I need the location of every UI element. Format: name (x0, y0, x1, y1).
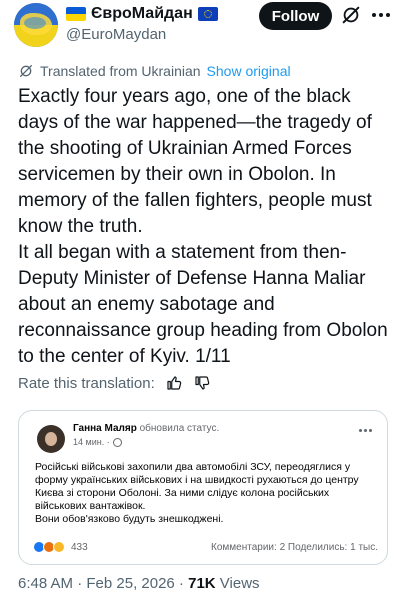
sad-reaction-icon (53, 541, 65, 553)
rate-label: Rate this translation: (18, 374, 155, 392)
post-time-label: 14 мин. · (73, 437, 110, 447)
post-action: обновила статус. (139, 423, 220, 434)
reactions-count: 433 (71, 541, 88, 553)
tweet-meta: 6:48 AM · Feb 25, 2026 · 71K Views (18, 575, 260, 592)
rate-translation: Rate this translation: (18, 372, 211, 394)
translation-note: Translated from Ukrainian Show original (18, 62, 291, 80)
author-name-row[interactable]: ЄвроМайдан (66, 4, 218, 24)
translate-icon (20, 65, 32, 77)
post-text-1: Російські військові захопили два автомоб… (35, 461, 359, 512)
author-handle[interactable]: @EuroMaydan (66, 26, 166, 43)
tweet-paragraph-2: It all began with a statement from then-… (18, 242, 388, 367)
globe-icon (112, 437, 122, 447)
translation-label: Translated from Ukrainian (40, 63, 201, 79)
thumbs-up-icon[interactable] (165, 374, 183, 392)
tweet-header: ЄвроМайдан @EuroMaydan Follow (0, 0, 406, 52)
tweet-paragraph-1: Exactly four years ago, one of the black… (18, 86, 372, 237)
author-avatar[interactable] (14, 3, 58, 47)
post-author-name: Ганна Маляр (73, 423, 137, 434)
post-footer: 433 Комментарии: 2 Поделились: 1 тыс. (33, 539, 378, 555)
ukraine-flag-icon (66, 7, 86, 21)
eu-flag-icon (197, 7, 218, 21)
post-time: 14 мин. · (73, 437, 122, 447)
post-text-2: Вони обов'язково будуть знешкоджені. (35, 513, 224, 525)
follow-button[interactable]: Follow (259, 2, 332, 30)
views-label: Views (215, 575, 260, 592)
grok-icon[interactable] (340, 4, 362, 26)
tweet-timestamp[interactable]: 6:48 AM · Feb 25, 2026 · (18, 575, 188, 592)
show-original-link[interactable]: Show original (207, 63, 291, 79)
more-options-icon[interactable] (370, 4, 392, 26)
post-text: Російські військові захопили два автомоб… (35, 461, 375, 526)
views-count: 71K (188, 575, 216, 592)
embedded-facebook-post[interactable]: Ганна Маляр обновила статус. 14 мин. · Р… (18, 410, 388, 565)
reactions (33, 541, 65, 553)
post-author-avatar (37, 425, 65, 453)
thumbs-down-icon[interactable] (193, 374, 211, 392)
author-name[interactable]: ЄвроМайдан (91, 5, 193, 23)
post-more-icon (359, 429, 372, 432)
tweet-text: Exactly four years ago, one of the black… (18, 84, 396, 370)
post-author-row: Ганна Маляр обновила статус. (73, 423, 219, 434)
post-stats: Комментарии: 2 Поделились: 1 тыс. (211, 541, 378, 553)
